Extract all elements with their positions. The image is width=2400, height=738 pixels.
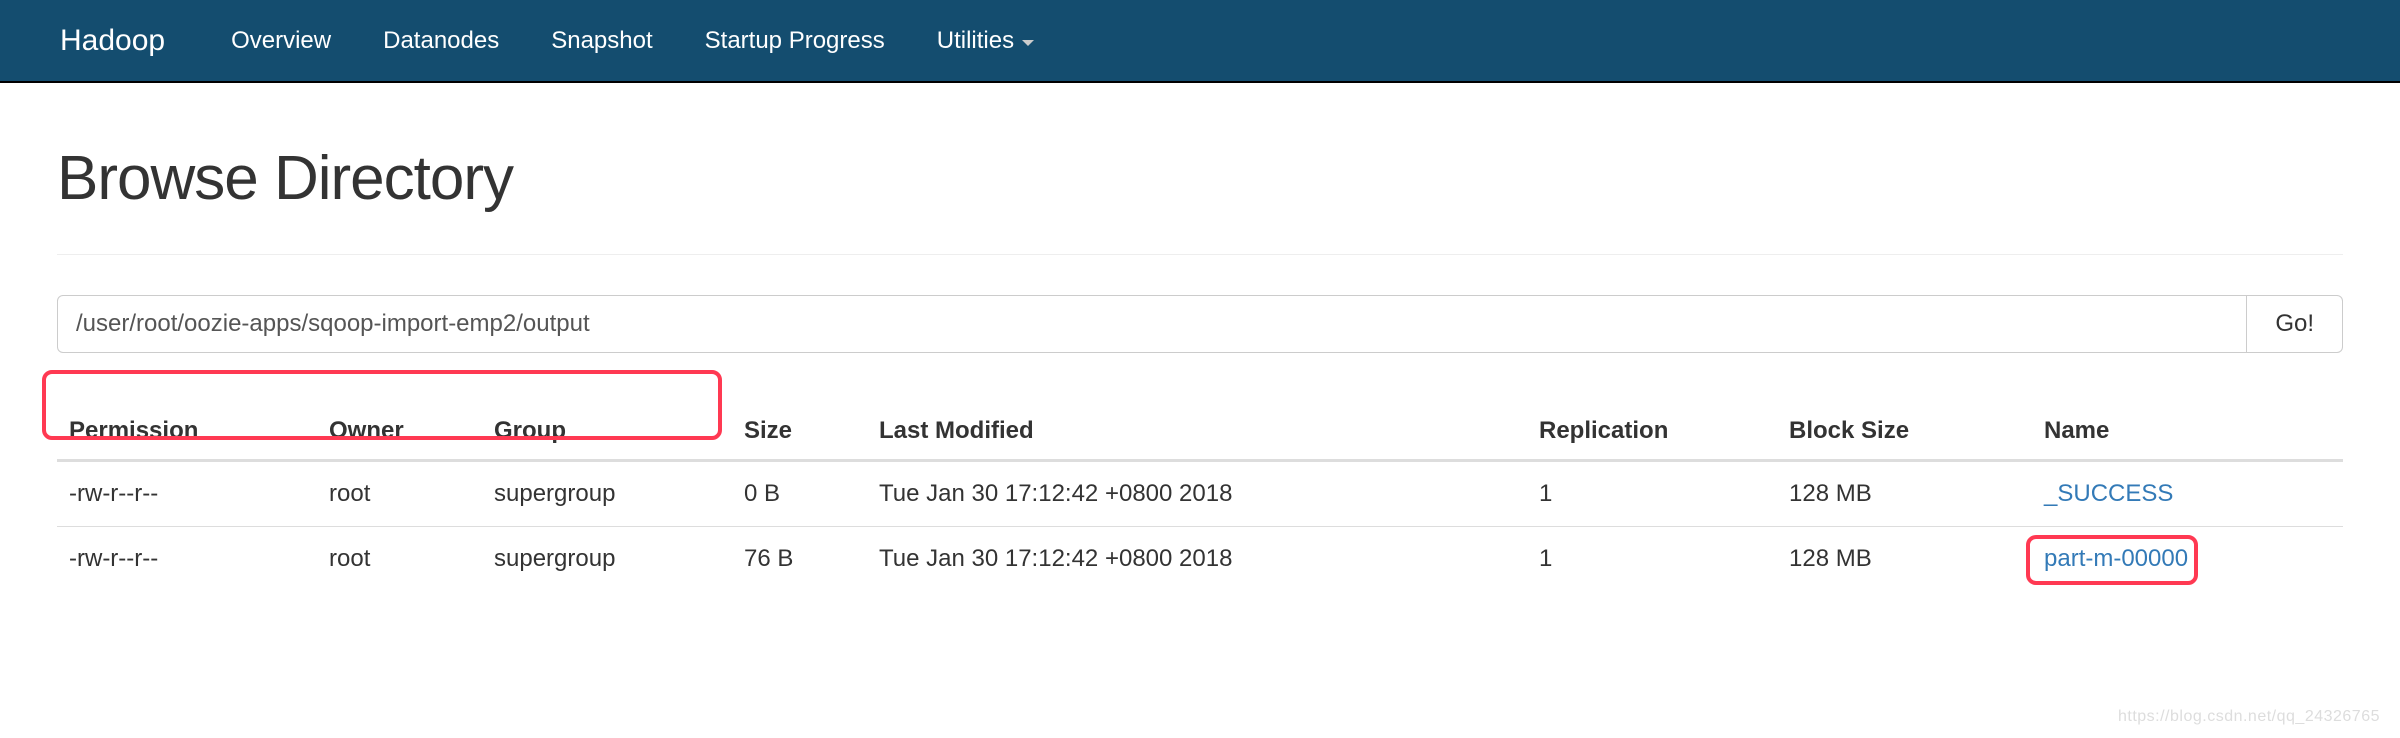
page-title: Browse Directory xyxy=(57,143,2343,214)
cell-owner: root xyxy=(317,527,482,592)
go-button[interactable]: Go! xyxy=(2247,295,2343,353)
nav-snapshot[interactable]: Snapshot xyxy=(525,0,678,82)
cell-group: supergroup xyxy=(482,461,732,527)
nav-utilities-label: Utilities xyxy=(937,27,1014,55)
cell-last-modified: Tue Jan 30 17:12:42 +0800 2018 xyxy=(867,527,1527,592)
brand-logo[interactable]: Hadoop xyxy=(60,24,165,58)
cell-permission: -rw-r--r-- xyxy=(57,527,317,592)
header-permission: Permission xyxy=(57,403,317,461)
cell-owner: root xyxy=(317,461,482,527)
header-name: Name xyxy=(2032,403,2343,461)
cell-block-size: 128 MB xyxy=(1777,527,2032,592)
cell-size: 0 B xyxy=(732,461,867,527)
cell-last-modified: Tue Jan 30 17:12:42 +0800 2018 xyxy=(867,461,1527,527)
nav-overview[interactable]: Overview xyxy=(205,0,357,82)
cell-replication: 1 xyxy=(1527,461,1777,527)
file-link[interactable]: part-m-00000 xyxy=(2044,545,2188,572)
watermark: https://blog.csdn.net/qq_24326765 xyxy=(2118,708,2380,726)
cell-block-size: 128 MB xyxy=(1777,461,2032,527)
table-row: -rw-r--r--rootsupergroup76 BTue Jan 30 1… xyxy=(57,527,2343,592)
nav-datanodes[interactable]: Datanodes xyxy=(357,0,525,82)
divider xyxy=(57,254,2343,255)
header-block-size: Block Size xyxy=(1777,403,2032,461)
cell-permission: -rw-r--r-- xyxy=(57,461,317,527)
cell-size: 76 B xyxy=(732,527,867,592)
header-owner: Owner xyxy=(317,403,482,461)
file-link[interactable]: _SUCCESS xyxy=(2044,480,2173,507)
cell-name: _SUCCESS xyxy=(2032,461,2343,527)
cell-name: part-m-00000 xyxy=(2032,527,2343,592)
path-input[interactable] xyxy=(57,295,2247,353)
cell-group: supergroup xyxy=(482,527,732,592)
table-row: -rw-r--r--rootsupergroup0 BTue Jan 30 17… xyxy=(57,461,2343,527)
header-replication: Replication xyxy=(1527,403,1777,461)
nav-utilities-dropdown[interactable]: Utilities xyxy=(911,0,1060,82)
header-group: Group xyxy=(482,403,732,461)
cell-replication: 1 xyxy=(1527,527,1777,592)
header-size: Size xyxy=(732,403,867,461)
header-last-modified: Last Modified xyxy=(867,403,1527,461)
chevron-down-icon xyxy=(1022,40,1034,46)
navbar: Hadoop Overview Datanodes Snapshot Start… xyxy=(0,0,2400,83)
table-header-row: Permission Owner Group Size Last Modifie… xyxy=(57,403,2343,461)
directory-table: Permission Owner Group Size Last Modifie… xyxy=(57,403,2343,591)
nav-startup-progress[interactable]: Startup Progress xyxy=(679,0,911,82)
path-input-group: Go! xyxy=(57,295,2343,353)
